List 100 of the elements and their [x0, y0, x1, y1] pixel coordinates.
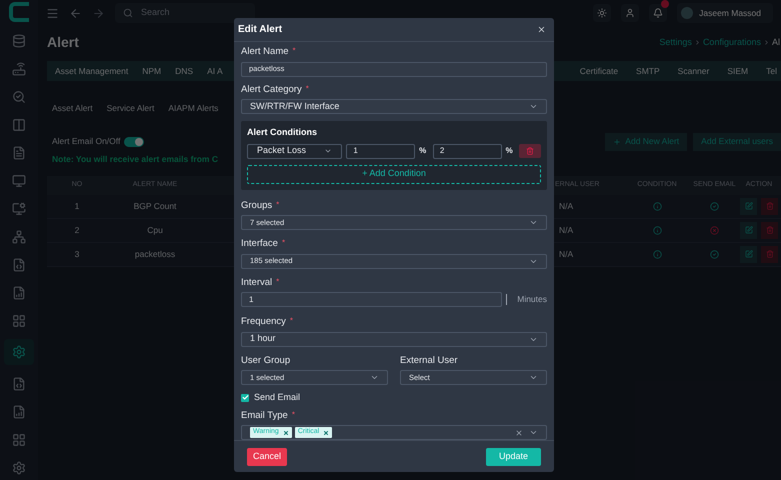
module-tab[interactable]: Certificate	[580, 64, 618, 78]
database-icon	[12, 34, 26, 48]
monitor-icon	[12, 174, 26, 188]
required-mark: *	[276, 278, 280, 286]
info-icon[interactable]	[652, 202, 662, 210]
add-condition-button[interactable]: + Add Condition	[247, 164, 541, 184]
table-cell-text: 2	[74, 224, 80, 236]
sun-icon	[597, 8, 608, 18]
close-icon[interactable]	[537, 25, 546, 34]
chart-file-icon	[12, 404, 26, 418]
search-icon	[123, 8, 133, 18]
required-mark: *	[306, 84, 309, 93]
edit-button[interactable]	[740, 246, 757, 262]
code-file-icon	[12, 376, 26, 390]
remove-icon[interactable]	[323, 430, 330, 436]
module-tab[interactable]: Scanner	[678, 64, 710, 78]
send-email-checkbox[interactable]	[241, 394, 249, 402]
table-cell-text: BGP Count	[132, 200, 178, 212]
add-external-users-button[interactable]: Add External users	[693, 132, 781, 151]
field-label: Alert Category	[241, 84, 302, 94]
field-label: Interface	[241, 239, 278, 249]
module-tab[interactable]: Tel	[766, 64, 777, 78]
back-icon[interactable]	[69, 6, 82, 20]
network-icon	[12, 230, 26, 244]
select-field[interactable]: SW/RTR/FW Interface	[241, 99, 547, 114]
breadcrumb-separator-icon	[762, 39, 770, 46]
table-cell-text: packetloss	[134, 248, 176, 260]
alert-tab[interactable]: Service Alert	[106, 102, 154, 115]
page-title: Alert	[47, 33, 79, 52]
required-mark: *	[282, 239, 286, 248]
table-cell-text: N/A	[558, 224, 574, 236]
logo-icon	[9, 2, 29, 22]
checkbox-label: Send Email	[254, 391, 300, 404]
trash-icon	[766, 250, 774, 258]
checkmark-icon	[242, 394, 248, 402]
unit-label: Minutes	[516, 293, 547, 306]
grid-icon	[12, 432, 26, 446]
required-mark: *	[292, 410, 295, 419]
unit-label: %	[419, 145, 428, 158]
columns-icon	[12, 118, 26, 132]
module-tab[interactable]: AI A	[207, 64, 223, 78]
update-button[interactable]: Update	[486, 448, 541, 466]
plus-icon	[613, 138, 622, 146]
document-icon	[12, 146, 26, 160]
theme-button[interactable]	[593, 4, 612, 22]
add-alert-button[interactable]: Add New Alert	[605, 132, 688, 151]
alert-tab[interactable]: Asset Alert	[52, 102, 93, 115]
chart-file-icon	[12, 286, 26, 300]
delete-button[interactable]	[761, 198, 778, 214]
info-icon[interactable]	[652, 250, 662, 258]
field-label: Email Type	[241, 410, 288, 420]
breadcrumb-link[interactable]: Configurations	[702, 36, 761, 50]
email-toggle[interactable]	[124, 136, 144, 147]
metric-select[interactable]: Packet Loss	[247, 144, 342, 159]
module-tab[interactable]: NPM	[142, 64, 162, 78]
grid-icon	[12, 314, 26, 328]
required-mark: *	[292, 47, 296, 56]
settings-icon	[12, 345, 26, 359]
required-mark: *	[276, 200, 280, 209]
edit-icon	[744, 226, 752, 234]
threshold-input[interactable]: 1	[346, 144, 416, 159]
user-menu[interactable]: Jaseem Massod	[677, 3, 773, 23]
menu-icon[interactable]	[46, 6, 59, 20]
sidebar-item[interactable]	[4, 339, 34, 365]
trash-icon	[766, 202, 774, 210]
trash-icon	[766, 226, 774, 234]
module-tab[interactable]: SMTP	[636, 64, 660, 78]
field-label: External User	[400, 356, 458, 366]
code-file-icon	[12, 258, 26, 272]
forward-icon[interactable]	[92, 6, 105, 20]
module-tab[interactable]: Asset Management	[55, 64, 128, 78]
edit-button[interactable]	[740, 222, 757, 238]
delete-button[interactable]	[761, 246, 778, 262]
breadcrumb-link[interactable]: Settings	[659, 36, 692, 50]
threshold-input[interactable]: 2	[432, 144, 502, 159]
settings-icon	[12, 460, 26, 474]
info-icon[interactable]	[652, 226, 662, 234]
router-icon	[12, 62, 26, 76]
toggle-label: Alert Email On/Off	[52, 135, 120, 148]
cancel-button[interactable]: Cancel	[247, 448, 288, 466]
delete-button[interactable]	[761, 222, 778, 238]
interval-input[interactable]: 1	[241, 292, 502, 308]
panel-title: Alert Conditions	[247, 126, 318, 140]
module-tab[interactable]: DNS	[175, 64, 194, 78]
remove-icon[interactable]	[282, 430, 289, 436]
clear-icon[interactable]	[515, 428, 523, 437]
bell-icon	[653, 8, 664, 18]
table-cell-text: 3	[74, 248, 80, 260]
delete-condition-button[interactable]	[519, 144, 541, 158]
select-field[interactable]: 1 hour	[241, 332, 547, 347]
table-cell-text: 1	[74, 200, 80, 212]
edit-button[interactable]	[740, 198, 757, 214]
magnifier-icon	[12, 90, 26, 104]
edit-icon	[744, 202, 752, 210]
profile-button[interactable]	[621, 4, 640, 22]
breadcrumb-link[interactable]: Al	[772, 36, 780, 50]
alert-tab[interactable]: AIAPM Alerts	[168, 102, 218, 115]
avatar-icon	[681, 7, 694, 19]
module-tab[interactable]: SIEM	[727, 64, 748, 78]
trash-icon	[526, 147, 534, 156]
